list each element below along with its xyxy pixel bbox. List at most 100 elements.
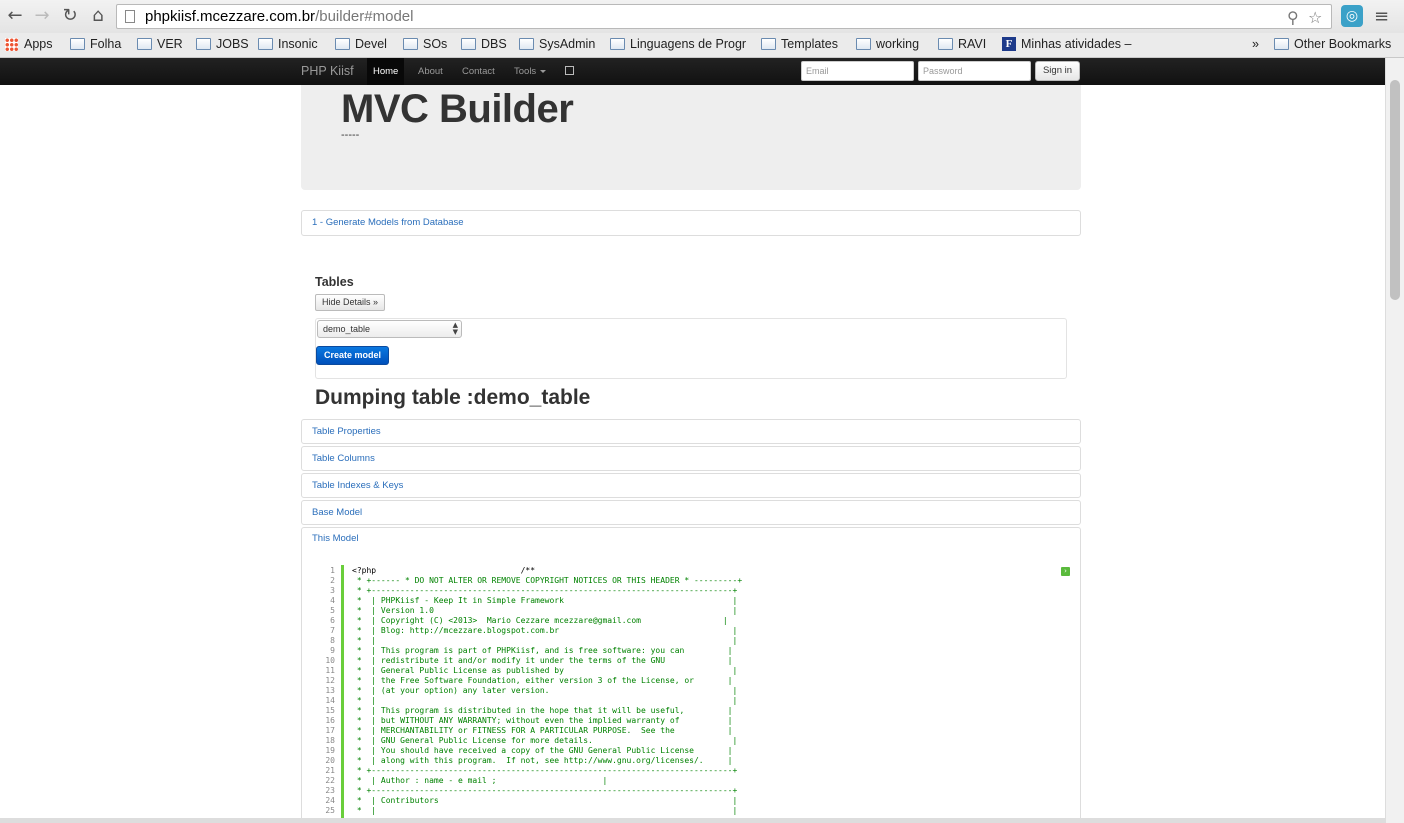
code-line: 22 * | Author : name - e mail ; | bbox=[320, 776, 607, 786]
nav-tools[interactable]: Tools bbox=[508, 58, 552, 85]
code-text: * | Author : name - e mail ; | bbox=[352, 776, 608, 785]
sign-in-button[interactable]: Sign in bbox=[1035, 61, 1080, 81]
code-text: * | This program is part of PHPKiisf, an… bbox=[352, 646, 733, 655]
nav-tools-label: Tools bbox=[514, 66, 537, 77]
bookmark-apps[interactable]: Apps bbox=[5, 37, 53, 51]
bookmark-minhas-atividades[interactable]: F Minhas atividades – bbox=[1002, 37, 1131, 51]
section-table-indexes[interactable]: Table Indexes & Keys bbox=[301, 473, 1081, 498]
zoom-icon[interactable]: ⚲ bbox=[1287, 8, 1299, 27]
bookmark-label: SysAdmin bbox=[539, 37, 596, 51]
line-number: 11 bbox=[325, 666, 335, 675]
scrollbar[interactable] bbox=[1385, 58, 1404, 823]
line-number: 17 bbox=[325, 726, 335, 735]
address-bar[interactable]: phpkiisf.mcezzare.com.br/builder#model ⚲… bbox=[116, 4, 1332, 29]
line-number: 14 bbox=[325, 696, 335, 705]
bookmark-folder[interactable]: Folha bbox=[70, 37, 121, 51]
bookmark-folder[interactable]: Devel bbox=[335, 37, 387, 51]
home-icon[interactable]: ⌂ bbox=[87, 6, 109, 26]
folder-icon bbox=[258, 38, 273, 50]
bookmarks-overflow-button[interactable]: » bbox=[1252, 37, 1259, 51]
code-line: 11 * | General Public License as publish… bbox=[320, 666, 737, 676]
section-table-columns[interactable]: Table Columns bbox=[301, 446, 1081, 471]
code-gutter-bar bbox=[341, 565, 344, 823]
folder-icon bbox=[335, 38, 350, 50]
nav-contact[interactable]: Contact bbox=[456, 58, 501, 85]
line-number: 25 bbox=[325, 806, 335, 815]
bookmark-label: Linguagens de Progr bbox=[630, 37, 747, 51]
scrollbar-thumb[interactable] bbox=[1390, 80, 1400, 300]
code-text: * +-------------------------------------… bbox=[352, 786, 738, 795]
line-number: 9 bbox=[330, 646, 335, 655]
reload-icon[interactable]: ↻ bbox=[59, 6, 81, 26]
bookmarks-bar: Apps Folha VER JOBS Insonic Devel SOs DB… bbox=[0, 33, 1404, 58]
code-text: * | (at your option) any later version. … bbox=[352, 686, 738, 695]
password-field[interactable]: Password bbox=[918, 61, 1031, 81]
code-line: 17 * | MERCHANTABILITY or FITNESS FOR A … bbox=[320, 726, 732, 736]
section-table-properties[interactable]: Table Properties bbox=[301, 419, 1081, 444]
hide-details-button[interactable]: Hide Details » bbox=[315, 294, 385, 311]
code-line: 24 * | Contributors | bbox=[320, 796, 737, 806]
select-arrows-icon: ▲ ▼ bbox=[452, 321, 458, 336]
nav-home[interactable]: Home bbox=[367, 58, 405, 85]
bookmark-label: Minhas atividades – bbox=[1021, 37, 1132, 51]
code-text: * | the Free Software Foundation, either… bbox=[352, 676, 733, 685]
line-number: 6 bbox=[330, 616, 335, 625]
code-line: 3 * +-----------------------------------… bbox=[320, 586, 737, 596]
other-bookmarks[interactable]: Other Bookmarks bbox=[1274, 37, 1391, 51]
code-line: 6 * | Copyright (C) <2013> Mario Cezzare… bbox=[320, 616, 728, 626]
bookmark-folder[interactable]: DBS bbox=[461, 37, 507, 51]
code-line: 2 * +------ * DO NOT ALTER OR REMOVE COP… bbox=[320, 576, 742, 586]
bookmark-folder[interactable]: SOs bbox=[403, 37, 447, 51]
section-this-model[interactable]: This Model bbox=[301, 527, 1081, 551]
nav-about[interactable]: About bbox=[412, 58, 449, 85]
bookmark-folder[interactable]: Linguagens de Progr bbox=[610, 37, 750, 51]
bookmark-label: Apps bbox=[24, 37, 53, 51]
code-line: 9 * | This program is part of PHPKiisf, … bbox=[320, 646, 732, 656]
bookmark-label: Insonic bbox=[278, 37, 318, 51]
table-select[interactable]: demo_table ▲ ▼ bbox=[317, 320, 462, 338]
bookmark-folder[interactable]: SysAdmin bbox=[519, 37, 595, 51]
code-text: * | | bbox=[352, 806, 738, 815]
caret-down-icon bbox=[540, 69, 547, 73]
bookmark-star-icon[interactable]: ☆ bbox=[1308, 8, 1322, 27]
code-line: 16 * | but WITHOUT ANY WARRANTY; without… bbox=[320, 716, 732, 726]
generate-models-link[interactable]: 1 - Generate Models from Database bbox=[301, 210, 1081, 236]
code-line: 15 * | This program is distributed in th… bbox=[320, 706, 732, 716]
dump-title: Dumping table :demo_table bbox=[315, 386, 591, 409]
create-model-button[interactable]: Create model bbox=[316, 346, 389, 365]
line-number: 13 bbox=[325, 686, 335, 695]
bookmark-folder[interactable]: RAVI bbox=[938, 37, 986, 51]
code-line: 4 * | PHPKiisf - Keep It in Simple Frame… bbox=[320, 596, 737, 606]
section-base-model[interactable]: Base Model bbox=[301, 500, 1081, 525]
code-line: 8 * | | bbox=[320, 636, 737, 646]
line-number: 24 bbox=[325, 796, 335, 805]
line-number: 20 bbox=[325, 756, 335, 765]
code-line: 20 * | along with this program. If not, … bbox=[320, 756, 732, 766]
back-arrow-icon[interactable]: ← bbox=[4, 6, 26, 26]
menu-icon[interactable]: ≡ bbox=[1374, 6, 1389, 27]
brand[interactable]: PHP Kiisf bbox=[301, 64, 354, 78]
bookmark-folder[interactable]: Templates bbox=[761, 37, 838, 51]
folder-icon bbox=[761, 38, 776, 50]
code-line: 14 * | | bbox=[320, 696, 737, 706]
bookmark-folder[interactable]: VER bbox=[137, 37, 183, 51]
extension-icon[interactable]: ◎ bbox=[1341, 5, 1363, 27]
copy-code-icon[interactable]: › bbox=[1061, 567, 1070, 576]
code-text: * | Blog: http://mcezzare.blogspot.com.b… bbox=[352, 626, 738, 635]
code-text: * | redistribute it and/or modify it und… bbox=[352, 656, 733, 665]
bookmark-folder[interactable]: Insonic bbox=[258, 37, 318, 51]
page-icon bbox=[125, 10, 135, 23]
forward-arrow-icon[interactable]: → bbox=[31, 6, 53, 26]
line-number: 15 bbox=[325, 706, 335, 715]
bookmark-folder[interactable]: working bbox=[856, 37, 919, 51]
external-link-icon[interactable] bbox=[565, 66, 574, 75]
hero-subtitle: ----- bbox=[341, 129, 360, 141]
bookmark-label: JOBS bbox=[216, 37, 249, 51]
code-line: 18 * | GNU General Public License for mo… bbox=[320, 736, 737, 746]
folder-icon bbox=[461, 38, 476, 50]
bookmark-folder[interactable]: JOBS bbox=[196, 37, 249, 51]
code-text: * +-------------------------------------… bbox=[352, 586, 738, 595]
email-field[interactable]: Email bbox=[801, 61, 914, 81]
browser-toolbar: ← → ↻ ⌂ phpkiisf.mcezzare.com.br/builder… bbox=[0, 0, 1404, 33]
line-number: 19 bbox=[325, 746, 335, 755]
